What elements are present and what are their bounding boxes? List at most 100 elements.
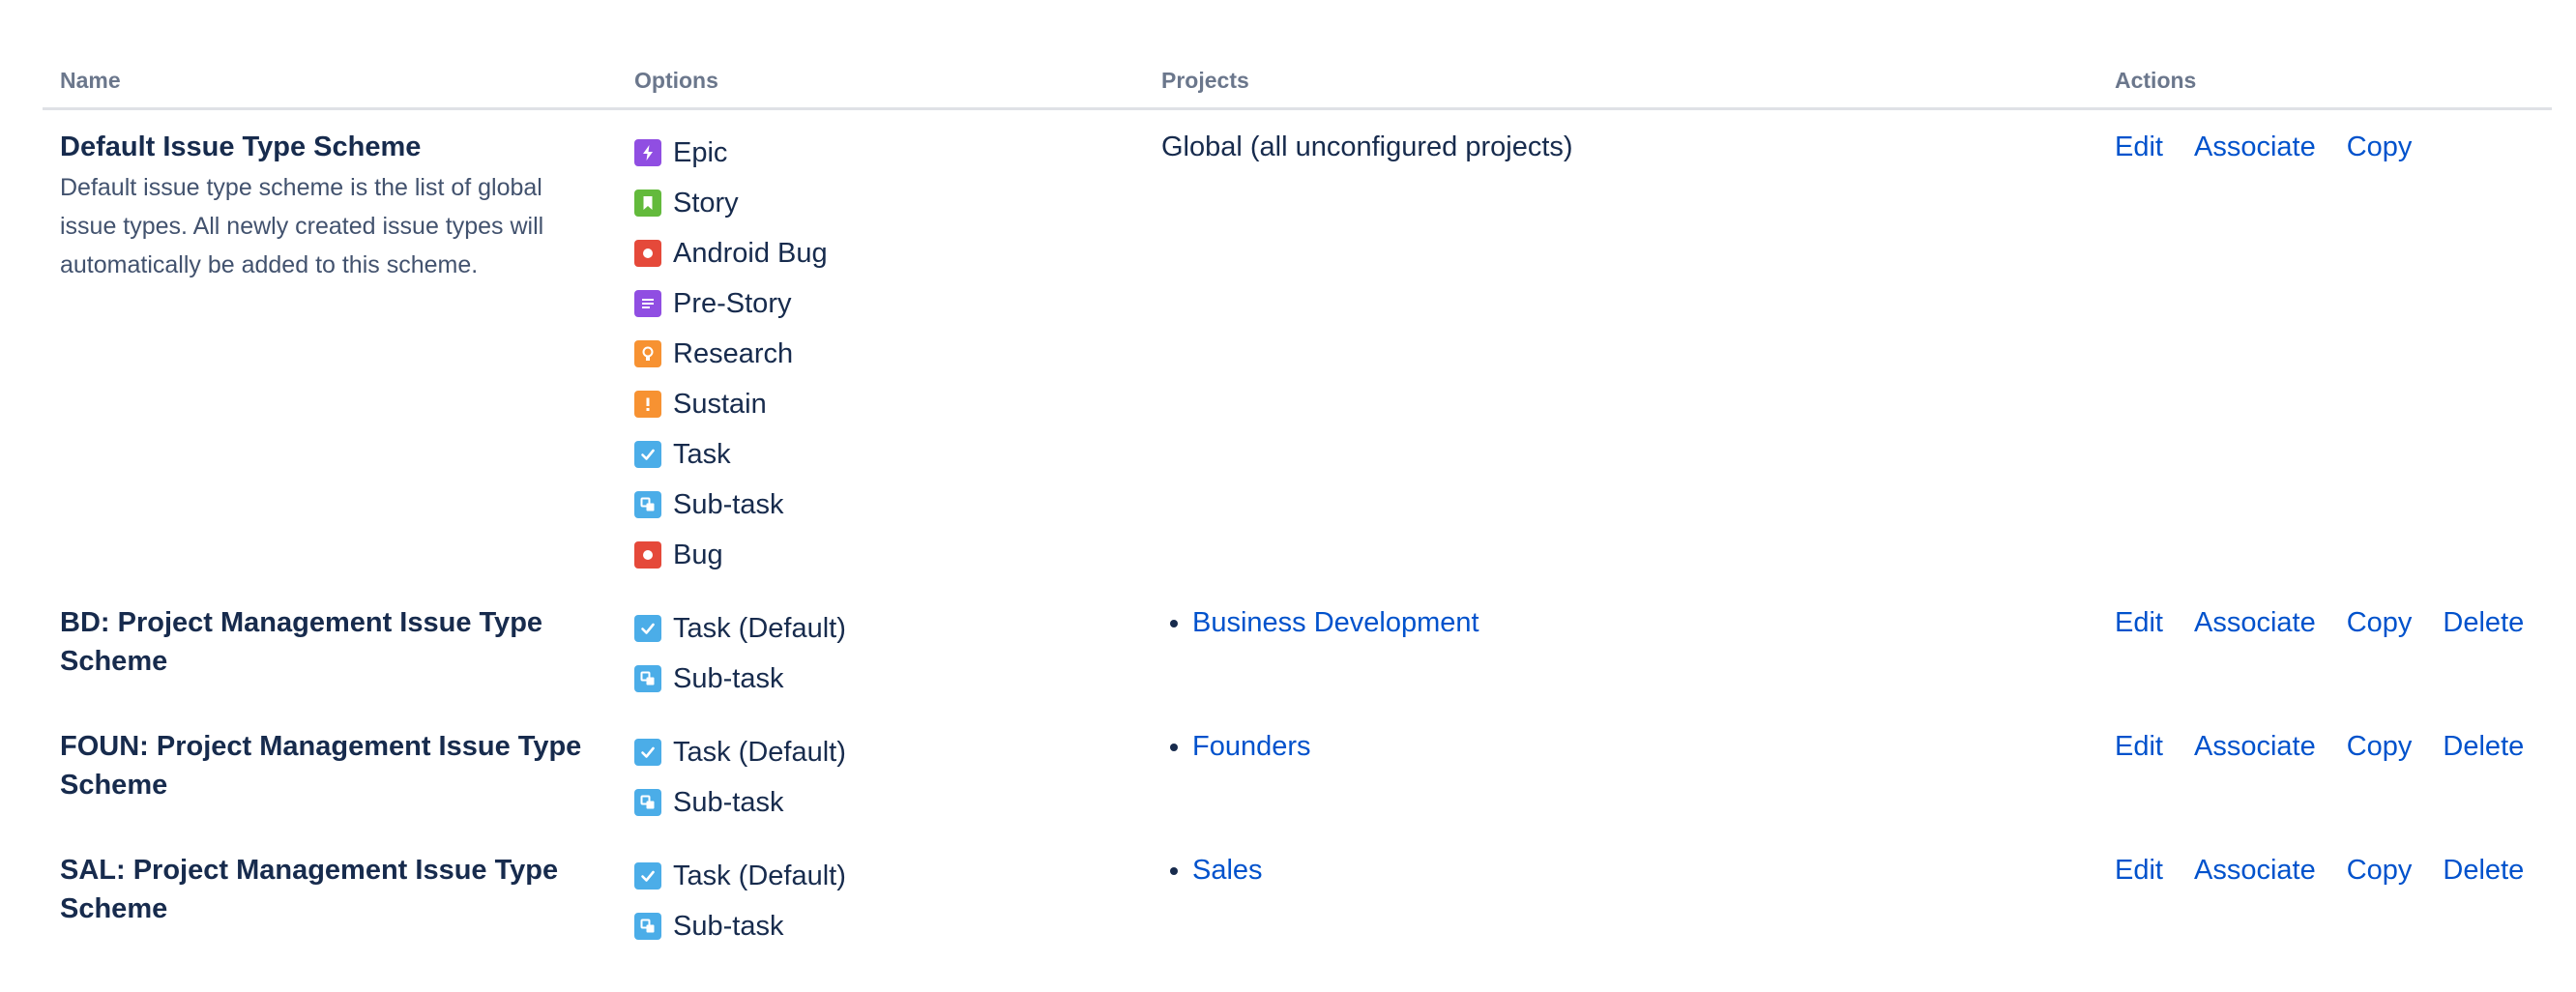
issue-type-label: Android Bug — [673, 237, 828, 269]
issue-type-schemes-table-wrapper: Name Options Projects Actions Default Is… — [43, 0, 2552, 965]
subtask-icon — [634, 789, 661, 816]
issue-type-label: Research — [673, 337, 794, 369]
subtask-icon — [634, 491, 661, 518]
issue-type-item: Task (Default) — [634, 603, 1127, 654]
bug-icon — [634, 541, 661, 569]
copy-link[interactable]: Copy — [2347, 855, 2413, 886]
edit-link[interactable]: Edit — [2115, 731, 2163, 762]
scheme-actions-cell: Edit Associate Copy Delete — [2097, 841, 2552, 965]
scheme-name: FOUN: Project Management Issue Type Sche… — [60, 731, 582, 801]
task-icon — [634, 739, 661, 766]
issue-type-item: Sustain — [634, 379, 1127, 429]
project-list: Founders — [1161, 727, 2080, 766]
story-icon — [634, 190, 661, 217]
project-list-item: Sales — [1192, 851, 2080, 890]
scheme-options-cell: Task (Default) Sub-task — [617, 841, 1144, 965]
subtask-icon — [634, 665, 661, 692]
issue-type-item: Android Bug — [634, 228, 1127, 278]
delete-link[interactable]: Delete — [2443, 731, 2524, 762]
project-link[interactable]: Business Development — [1192, 607, 1479, 638]
issue-type-label: Task (Default) — [673, 860, 846, 891]
subtask-icon — [634, 913, 661, 940]
issue-type-schemes-table: Name Options Projects Actions Default Is… — [43, 0, 2552, 965]
prestory-icon — [634, 290, 661, 317]
issue-type-list: Task (Default) Sub-task — [634, 603, 1127, 704]
scheme-actions-cell: Edit Associate Copy — [2097, 109, 2552, 595]
project-list-item: Founders — [1192, 727, 2080, 766]
issue-type-item: Sub-task — [634, 901, 1127, 951]
column-header-actions: Actions — [2097, 0, 2552, 110]
scheme-actions-cell: Edit Associate Copy Delete — [2097, 717, 2552, 841]
associate-link[interactable]: Associate — [2194, 855, 2316, 886]
scheme-name: Default Issue Type Scheme — [60, 131, 422, 162]
issue-type-item: Task — [634, 429, 1127, 480]
scheme-options-cell: Task (Default) Sub-task — [617, 717, 1144, 841]
epic-icon — [634, 139, 661, 166]
issue-type-item: Pre-Story — [634, 278, 1127, 329]
project-link[interactable]: Founders — [1192, 731, 1311, 762]
column-header-name: Name — [43, 0, 617, 110]
column-header-options: Options — [617, 0, 1144, 110]
issue-type-label: Sub-task — [673, 662, 784, 694]
scheme-projects-cell: Sales — [1144, 841, 2097, 965]
issue-type-label: Epic — [673, 136, 728, 168]
table-row: Default Issue Type Scheme Default issue … — [43, 109, 2552, 595]
issue-type-label: Bug — [673, 539, 723, 570]
issue-type-label: Sub-task — [673, 488, 784, 520]
column-header-projects: Projects — [1144, 0, 2097, 110]
associate-link[interactable]: Associate — [2194, 607, 2316, 638]
issue-type-item: Epic — [634, 128, 1127, 178]
sustain-icon — [634, 391, 661, 418]
edit-link[interactable]: Edit — [2115, 131, 2163, 162]
research-icon — [634, 340, 661, 367]
scheme-projects-cell: Business Development — [1144, 594, 2097, 717]
project-list-item: Business Development — [1192, 603, 2080, 642]
issue-type-item: Sub-task — [634, 480, 1127, 530]
edit-link[interactable]: Edit — [2115, 607, 2163, 638]
global-projects-text: Global (all unconfigured projects) — [1161, 131, 1573, 162]
table-row: SAL: Project Management Issue Type Schem… — [43, 841, 2552, 965]
issue-type-label: Sub-task — [673, 786, 784, 818]
scheme-description: Default issue type scheme is the list of… — [60, 174, 544, 278]
issue-type-item: Bug — [634, 530, 1127, 580]
project-list: Business Development — [1161, 603, 2080, 642]
issue-type-label: Task — [673, 438, 731, 470]
edit-link[interactable]: Edit — [2115, 855, 2163, 886]
copy-link[interactable]: Copy — [2347, 607, 2413, 638]
task-icon — [634, 862, 661, 890]
issue-type-label: Pre-Story — [673, 287, 792, 319]
issue-type-item: Task (Default) — [634, 727, 1127, 777]
issue-type-label: Task (Default) — [673, 736, 846, 768]
delete-link[interactable]: Delete — [2443, 607, 2524, 638]
table-row: FOUN: Project Management Issue Type Sche… — [43, 717, 2552, 841]
scheme-name-cell: BD: Project Management Issue Type Scheme — [43, 594, 617, 717]
scheme-options-cell: Epic Story Android Bug Pre-Story Researc… — [617, 109, 1144, 595]
copy-link[interactable]: Copy — [2347, 731, 2413, 762]
copy-link[interactable]: Copy — [2347, 131, 2413, 162]
scheme-name: SAL: Project Management Issue Type Schem… — [60, 855, 559, 924]
issue-type-list: Epic Story Android Bug Pre-Story Researc… — [634, 128, 1127, 580]
scheme-name: BD: Project Management Issue Type Scheme — [60, 607, 543, 677]
project-link[interactable]: Sales — [1192, 855, 1263, 886]
task-icon — [634, 441, 661, 468]
issue-type-label: Sub-task — [673, 910, 784, 942]
associate-link[interactable]: Associate — [2194, 731, 2316, 762]
scheme-options-cell: Task (Default) Sub-task — [617, 594, 1144, 717]
scheme-projects-cell: Founders — [1144, 717, 2097, 841]
scheme-name-cell: FOUN: Project Management Issue Type Sche… — [43, 717, 617, 841]
scheme-name-cell: Default Issue Type Scheme Default issue … — [43, 109, 617, 595]
scheme-actions-cell: Edit Associate Copy Delete — [2097, 594, 2552, 717]
issue-type-list: Task (Default) Sub-task — [634, 851, 1127, 951]
associate-link[interactable]: Associate — [2194, 131, 2316, 162]
project-list: Sales — [1161, 851, 2080, 890]
delete-link[interactable]: Delete — [2443, 855, 2524, 886]
issue-type-item: Task (Default) — [634, 851, 1127, 901]
scheme-projects-cell: Global (all unconfigured projects) — [1144, 109, 2097, 595]
bug-icon — [634, 240, 661, 267]
issue-type-label: Story — [673, 187, 739, 219]
task-icon — [634, 615, 661, 642]
issue-type-item: Story — [634, 178, 1127, 228]
scheme-name-cell: SAL: Project Management Issue Type Schem… — [43, 841, 617, 965]
issue-type-item: Research — [634, 329, 1127, 379]
issue-type-label: Task (Default) — [673, 612, 846, 644]
